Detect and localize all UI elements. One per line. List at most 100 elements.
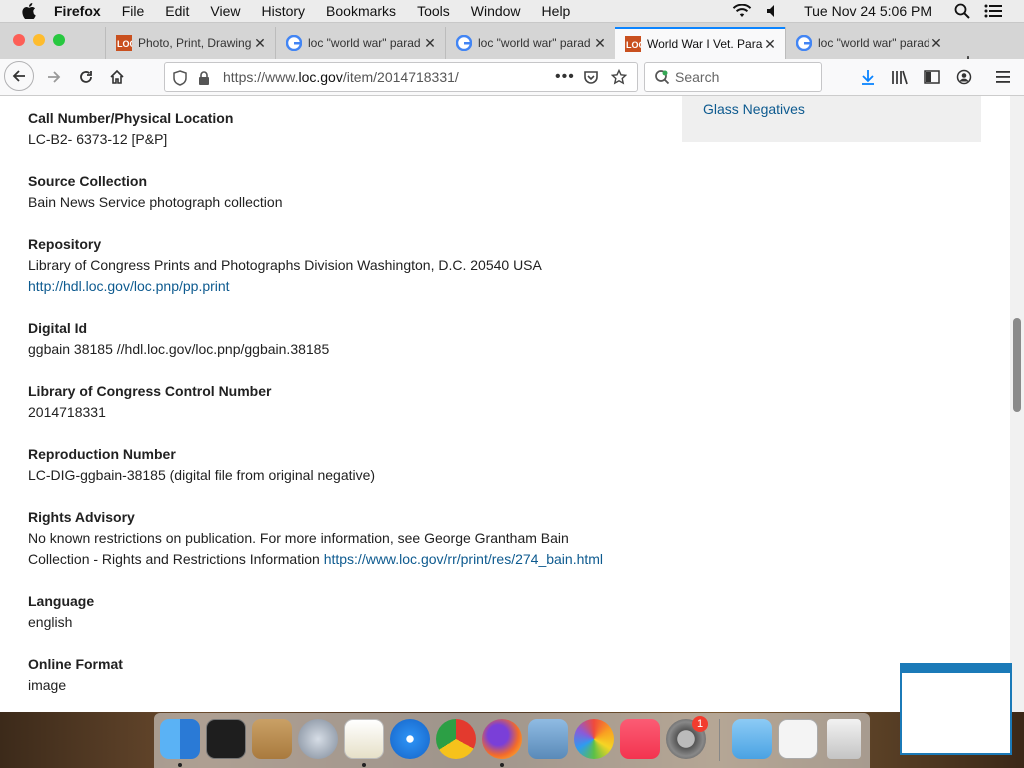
reload-button[interactable] — [72, 63, 100, 91]
field-label: Source Collection — [28, 173, 148, 189]
field-label: Reproduction Number — [28, 446, 176, 462]
launchpad-rocket-icon[interactable] — [298, 719, 338, 759]
field-value: LC-DIG-ggbain-38185 (digital file from o… — [28, 467, 376, 483]
terminal-icon[interactable] — [206, 719, 246, 759]
app-menu-firefox[interactable]: Firefox — [54, 3, 101, 19]
menu-edit[interactable]: Edit — [165, 3, 189, 19]
account-button[interactable] — [950, 63, 978, 91]
screenshot-thumbnail-preview[interactable] — [900, 663, 1012, 755]
forward-arrow-icon — [48, 71, 61, 83]
forward-button[interactable] — [40, 63, 68, 91]
running-indicator — [178, 763, 182, 767]
field-value: Library of Congress Prints and Photograp… — [28, 257, 542, 273]
screenshot-stack-icon[interactable] — [778, 719, 818, 759]
volume-icon[interactable] — [766, 4, 780, 18]
field-value-continued: Collection - Rights and Restrictions Inf… — [28, 551, 320, 567]
bookmark-star-icon[interactable] — [610, 68, 628, 90]
trash-icon[interactable] — [827, 719, 861, 759]
app-menu-button[interactable] — [990, 63, 1018, 91]
sidebar-format-box: Glass Negatives — [682, 96, 981, 142]
calculator-icon[interactable] — [252, 719, 292, 759]
google-icon — [285, 34, 303, 52]
library-button[interactable] — [886, 63, 914, 91]
call-number-field: Call Number/Physical Location LC-B2- 637… — [28, 108, 233, 150]
control-center-list-icon[interactable] — [984, 4, 1002, 18]
tab-google-search-3[interactable]: loc "world war" parad ✕ — [785, 27, 951, 59]
dock: 1 — [154, 713, 870, 768]
zoom-window-button[interactable] — [53, 34, 65, 46]
notification-badge: 1 — [692, 716, 708, 732]
lock-icon[interactable] — [197, 70, 211, 91]
tab-google-search-2[interactable]: loc "world war" parad ✕ — [445, 27, 615, 59]
apple-icon[interactable] — [20, 2, 38, 20]
tracking-protection-shield-icon[interactable] — [173, 70, 187, 91]
url-text[interactable]: https://www.loc.gov/item/2014718331/ — [223, 69, 459, 85]
close-tab-icon[interactable]: ✕ — [253, 35, 267, 52]
field-value: english — [28, 614, 73, 630]
close-tab-icon[interactable]: ✕ — [593, 35, 607, 52]
back-button[interactable] — [4, 61, 34, 91]
dock-separator — [719, 719, 720, 761]
lccn-field: Library of Congress Control Number 20147… — [28, 381, 271, 423]
tab-loc-photo-print[interactable]: LOC Photo, Print, Drawing ✕ — [105, 27, 275, 59]
rights-info-link[interactable]: https://www.loc.gov/rr/print/res/274_bai… — [324, 551, 603, 567]
tab-title: loc "world war" parad — [818, 36, 929, 50]
field-label: Digital Id — [28, 320, 88, 336]
wifi-icon[interactable] — [732, 4, 752, 18]
download-arrow-icon — [862, 70, 874, 85]
safari-compass-icon[interactable] — [390, 719, 430, 759]
menubar-clock[interactable]: Tue Nov 24 5:06 PM — [804, 3, 932, 19]
preview-icon[interactable] — [528, 719, 568, 759]
field-label: Repository — [28, 236, 102, 252]
menu-bookmarks[interactable]: Bookmarks — [326, 3, 396, 19]
downloads-folder-icon[interactable] — [732, 719, 772, 759]
google-icon — [795, 34, 813, 52]
scrollbar-thumb[interactable] — [1013, 318, 1021, 412]
address-bar[interactable]: https://www.loc.gov/item/2014718331/ ••• — [164, 62, 638, 92]
menu-help[interactable]: Help — [542, 3, 571, 19]
menu-file[interactable]: File — [122, 3, 145, 19]
close-window-button[interactable] — [13, 34, 25, 46]
close-tab-icon[interactable]: ✕ — [423, 35, 437, 52]
pocket-icon[interactable] — [583, 69, 599, 90]
thumbnail-title-bar — [902, 665, 1010, 673]
spotlight-search-icon[interactable] — [954, 3, 970, 19]
tab-title: World War I Vet. Para — [647, 37, 763, 51]
running-indicator — [500, 763, 504, 767]
photos-icon[interactable] — [574, 719, 614, 759]
field-label: Call Number/Physical Location — [28, 110, 234, 126]
online-format-field: Online Format image — [28, 654, 123, 696]
loc-icon: LOC — [625, 36, 645, 52]
close-tab-icon[interactable]: ✕ — [929, 35, 943, 52]
field-label: Online Format — [28, 656, 123, 672]
menu-tools[interactable]: Tools — [417, 3, 450, 19]
textedit-icon[interactable] — [344, 719, 384, 759]
page-actions-menu-icon[interactable]: ••• — [555, 68, 575, 86]
repository-link[interactable]: http://hdl.loc.gov/loc.pnp/pp.print — [28, 278, 230, 294]
firefox-icon[interactable] — [482, 719, 522, 759]
tab-title: loc "world war" parad — [308, 36, 421, 50]
field-value: Bain News Service photograph collection — [28, 194, 283, 210]
search-bar[interactable]: Search — [644, 62, 822, 92]
minimize-window-button[interactable] — [33, 34, 45, 46]
tab-world-war-vet-parade[interactable]: LOC World War I Vet. Para ✕ — [615, 27, 785, 59]
svg-text:LOC: LOC — [117, 39, 132, 49]
glass-negatives-link[interactable]: Glass Negatives — [703, 101, 805, 117]
field-label: Rights Advisory — [28, 509, 135, 525]
url-host: loc.gov — [298, 69, 343, 85]
downloads-button[interactable] — [854, 63, 882, 91]
chrome-icon[interactable] — [436, 719, 476, 759]
finder-icon[interactable] — [160, 719, 200, 759]
svg-text:LOC: LOC — [626, 40, 641, 50]
tab-google-search-1[interactable]: loc "world war" parad ✕ — [275, 27, 445, 59]
menu-view[interactable]: View — [210, 3, 240, 19]
search-placeholder: Search — [675, 69, 720, 85]
running-indicator — [362, 763, 366, 767]
menu-history[interactable]: History — [261, 3, 305, 19]
close-tab-icon[interactable]: ✕ — [763, 36, 777, 53]
home-button[interactable] — [103, 63, 131, 91]
page-scrollbar[interactable] — [1010, 96, 1024, 712]
menu-window[interactable]: Window — [471, 3, 521, 19]
sidebar-toggle-button[interactable] — [918, 63, 946, 91]
music-note-icon[interactable] — [620, 719, 660, 759]
